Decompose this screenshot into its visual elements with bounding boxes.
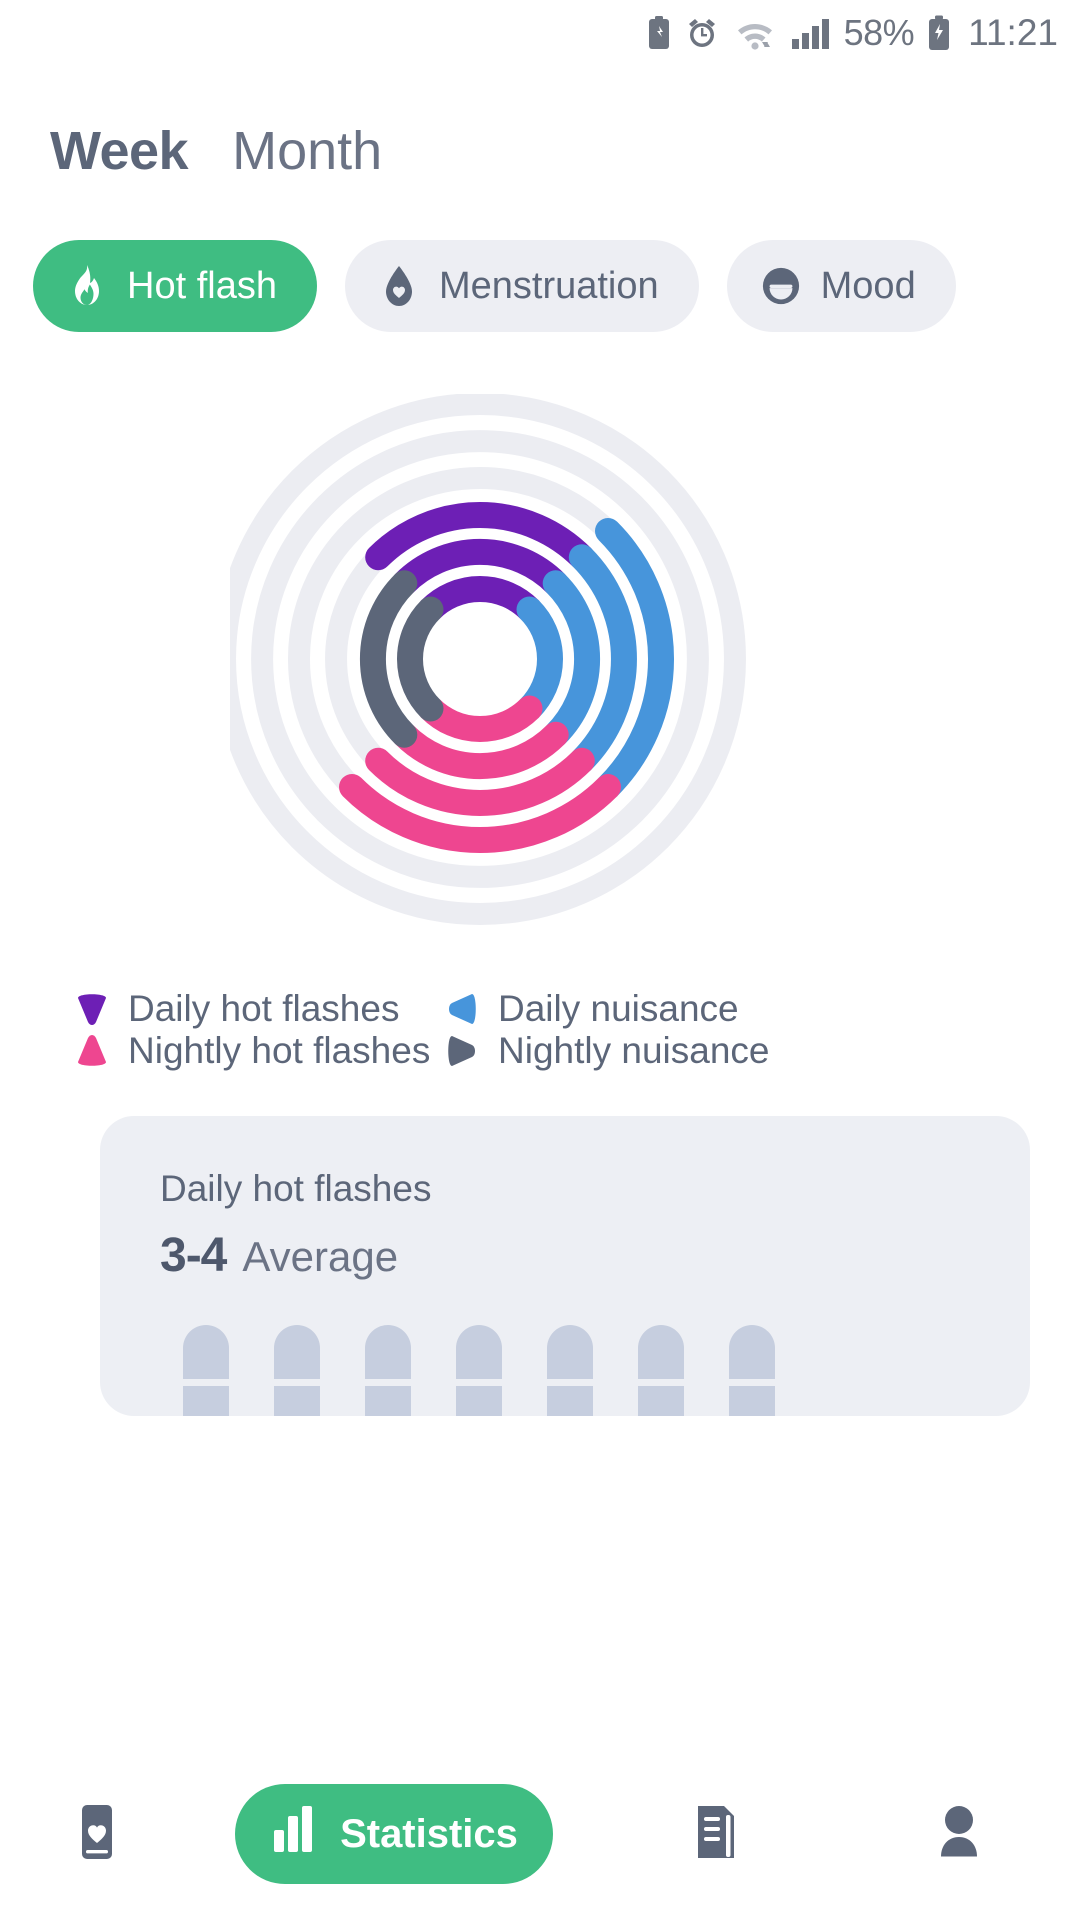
bar-segment bbox=[455, 1325, 502, 1379]
legend-label: Daily nuisance bbox=[498, 988, 739, 1029]
bar-column[interactable] bbox=[251, 1325, 342, 1416]
radial-arc-chart bbox=[0, 394, 1080, 954]
bar-chart-icon bbox=[270, 1804, 316, 1864]
card-value-row: 3-4 Average bbox=[160, 1228, 1030, 1283]
diary-heart-icon bbox=[71, 1803, 123, 1866]
nav-item-notes[interactable] bbox=[594, 1803, 837, 1866]
legend-label: Nightly nuisance bbox=[498, 1030, 770, 1071]
bar-segment bbox=[728, 1325, 775, 1379]
wedge-down-icon bbox=[72, 988, 112, 1030]
bar-column[interactable] bbox=[160, 1325, 251, 1416]
legend-item-daily-nuisance: Daily nuisance bbox=[442, 988, 739, 1030]
period-tab-bar: Week Month bbox=[0, 66, 1080, 178]
bar-segment bbox=[455, 1386, 502, 1416]
legend-item-daily-hot-flashes: Daily hot flashes bbox=[72, 988, 442, 1030]
chip-label: Hot flash bbox=[127, 264, 277, 307]
charging-battery-icon bbox=[926, 14, 952, 52]
bar-segment bbox=[273, 1325, 320, 1379]
chart-legend: Daily hot flashes Daily nuisance Nightly… bbox=[72, 988, 832, 1072]
bar-column[interactable] bbox=[615, 1325, 706, 1416]
legend-label: Nightly hot flashes bbox=[128, 1030, 431, 1071]
bar-segment bbox=[182, 1386, 229, 1416]
battery-percent-label: 58% bbox=[843, 12, 915, 53]
series-nightly-nuisance bbox=[359, 570, 444, 748]
chip-label: Mood bbox=[820, 264, 916, 307]
bar-segment bbox=[364, 1386, 411, 1416]
daily-hot-flashes-card[interactable]: Daily hot flashes 3-4 Average bbox=[100, 1116, 1030, 1416]
card-title: Daily hot flashes bbox=[160, 1168, 432, 1209]
card-value-suffix: Average bbox=[242, 1233, 399, 1280]
chip-label: Menstruation bbox=[438, 264, 659, 307]
wedge-up-icon bbox=[72, 1030, 112, 1072]
flame-icon bbox=[67, 264, 107, 308]
nav-item-statistics[interactable]: Statistics bbox=[194, 1784, 594, 1884]
legend-row-1: Daily hot flashes Daily nuisance bbox=[72, 988, 832, 1030]
chip-mood[interactable]: Mood bbox=[726, 240, 956, 332]
bar-segment bbox=[637, 1386, 684, 1416]
wedge-left-icon bbox=[442, 988, 482, 1030]
droplet-heart-icon bbox=[379, 264, 419, 308]
chip-menstruation[interactable]: Menstruation bbox=[344, 240, 699, 332]
statistics-pill[interactable]: Statistics bbox=[235, 1784, 553, 1884]
bar-segment bbox=[546, 1325, 593, 1379]
tab-week[interactable]: Week bbox=[50, 124, 189, 178]
wifi-icon bbox=[732, 15, 778, 51]
weekly-bar-chart bbox=[160, 1325, 800, 1416]
radial-arc-chart-svg bbox=[230, 394, 746, 925]
nav-item-diary[interactable] bbox=[0, 1803, 194, 1866]
bar-segment bbox=[273, 1386, 320, 1416]
tab-month[interactable]: Month bbox=[232, 124, 382, 178]
nav-item-profile[interactable] bbox=[837, 1803, 1080, 1866]
alarm-icon bbox=[684, 15, 720, 51]
legend-item-nightly-nuisance: Nightly nuisance bbox=[442, 1030, 769, 1072]
legend-item-nightly-hot-flashes: Nightly hot flashes bbox=[72, 1030, 442, 1072]
notes-icon bbox=[690, 1803, 742, 1866]
bar-segment bbox=[182, 1325, 229, 1379]
bar-column[interactable] bbox=[342, 1325, 433, 1416]
bar-segment bbox=[637, 1325, 684, 1379]
chip-hot-flash[interactable]: Hot flash bbox=[33, 240, 317, 332]
card-value: 3-4 bbox=[160, 1229, 227, 1282]
bar-column[interactable] bbox=[706, 1325, 797, 1416]
signal-icon bbox=[790, 15, 832, 51]
mood-face-icon bbox=[761, 264, 801, 308]
bar-segment bbox=[546, 1386, 593, 1416]
status-bar: 58% 11:21 bbox=[0, 0, 1080, 66]
bar-column[interactable] bbox=[433, 1325, 524, 1416]
wedge-right-icon bbox=[442, 1030, 482, 1072]
bar-segment bbox=[728, 1386, 775, 1416]
battery-saver-icon bbox=[646, 15, 672, 51]
bar-column[interactable] bbox=[524, 1325, 615, 1416]
legend-row-2: Nightly hot flashes Nightly nuisance bbox=[72, 1030, 832, 1072]
nav-label-statistics: Statistics bbox=[340, 1811, 518, 1856]
bar-segment bbox=[364, 1325, 411, 1379]
bottom-navigation-bar[interactable]: Statistics bbox=[0, 1748, 1080, 1920]
clock-label: 11:21 bbox=[968, 12, 1058, 53]
category-chip-row[interactable]: Hot flash Menstruation Mood bbox=[0, 178, 1080, 332]
profile-icon bbox=[932, 1803, 986, 1866]
legend-label: Daily hot flashes bbox=[128, 988, 400, 1029]
